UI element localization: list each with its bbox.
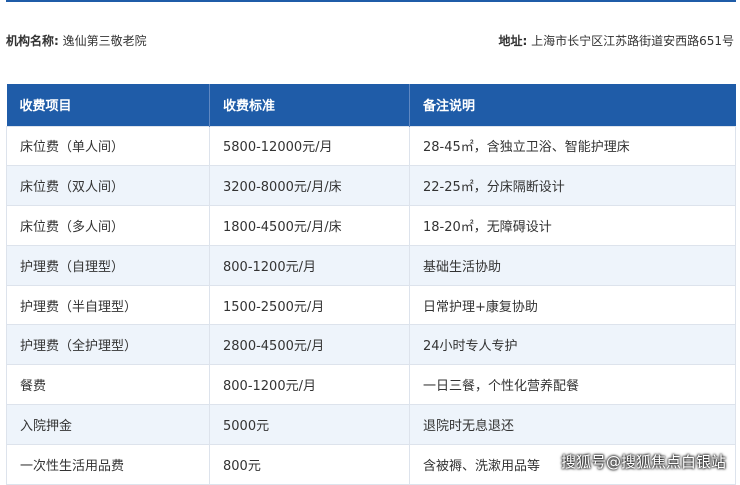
table-row: 床位费（单人间） 5800-12000元/月 28-45㎡，含独立卫浴、智能护理… [6,125,736,167]
header-fee-standard: 收费标准 [209,84,410,126]
remarks-cell: 18-20㎡，无障碍设计 [409,205,736,246]
fee-table-header-row: 收费项目 收费标准 备注说明 [6,84,736,126]
institution-name-label: 机构名称: [6,34,59,48]
remarks-cell: 28-45㎡，含独立卫浴、智能护理床 [409,125,736,167]
table-row: 入院押金 5000元 退院时无息退还 [6,404,736,445]
remarks-cell: 22-25㎡，分床隔断设计 [409,165,736,207]
remarks-cell: 基础生活协助 [409,244,736,286]
fee-standard-cell: 3200-8000元/月/床 [209,165,410,207]
table-row: 床位费（双人间） 3200-8000元/月/床 22-25㎡，分床隔断设计 [6,165,736,207]
institution-name-value: 逸仙第三敬老院 [62,34,147,48]
fee-item-cell: 护理费（自理型） [6,244,210,286]
fee-standard-cell: 800-1200元/月 [209,244,410,286]
fee-standard-cell: 800-1200元/月 [209,364,410,406]
fee-standard-cell: 5800-12000元/月 [209,125,410,167]
fee-item-cell: 护理费（全护理型） [6,324,210,366]
table-row: 护理费（全护理型） 2800-4500元/月 24小时专人专护 [6,324,736,366]
fee-item-cell: 入院押金 [6,404,210,445]
table-row: 餐费 800-1200元/月 一日三餐，个性化营养配餐 [6,364,736,406]
fee-item-cell: 床位费（双人间） [6,165,210,207]
remarks-cell: 24小时专人专护 [409,324,736,366]
fee-item-cell: 床位费（多人间） [6,205,210,246]
fee-standard-cell: 1500-2500元/月 [209,284,410,326]
address-value: 上海市长宁区江苏路街道安西路651号 [531,34,734,48]
fee-item-cell: 餐费 [6,364,210,406]
fee-table: 收费项目 收费标准 备注说明 床位费（单人间） 5800-12000元/月 28… [6,84,736,485]
fee-item-cell: 护理费（半自理型） [6,284,210,326]
top-divider [6,0,736,2]
fee-item-cell: 一次性生活用品费 [6,443,210,485]
header-remarks: 备注说明 [409,84,736,126]
fee-standard-cell: 2800-4500元/月 [209,324,410,366]
fee-standard-cell: 5000元 [209,404,410,445]
institution-name: 机构名称: 逸仙第三敬老院 [6,32,147,50]
fee-item-cell: 床位费（单人间） [6,125,210,167]
table-row: 护理费（半自理型） 1500-2500元/月 日常护理+康复协助 [6,284,736,326]
remarks-cell: 日常护理+康复协助 [409,284,736,326]
watermark-text: 搜狐号@搜狐焦点白银站 [560,453,726,471]
header-fee-item: 收费项目 [6,84,210,126]
institution-info-bar: 机构名称: 逸仙第三敬老院 地址: 上海市长宁区江苏路街道安西路651号 [6,32,736,50]
remarks-cell: 退院时无息退还 [409,404,736,445]
table-row: 护理费（自理型） 800-1200元/月 基础生活协助 [6,244,736,286]
remarks-cell: 一日三餐，个性化营养配餐 [409,364,736,406]
fee-standard-cell: 1800-4500元/月/床 [209,205,410,246]
fee-standard-cell: 800元 [209,443,410,485]
institution-address: 地址: 上海市长宁区江苏路街道安西路651号 [498,32,734,50]
address-label: 地址: [498,34,528,48]
table-row: 床位费（多人间） 1800-4500元/月/床 18-20㎡，无障碍设计 [6,205,736,246]
